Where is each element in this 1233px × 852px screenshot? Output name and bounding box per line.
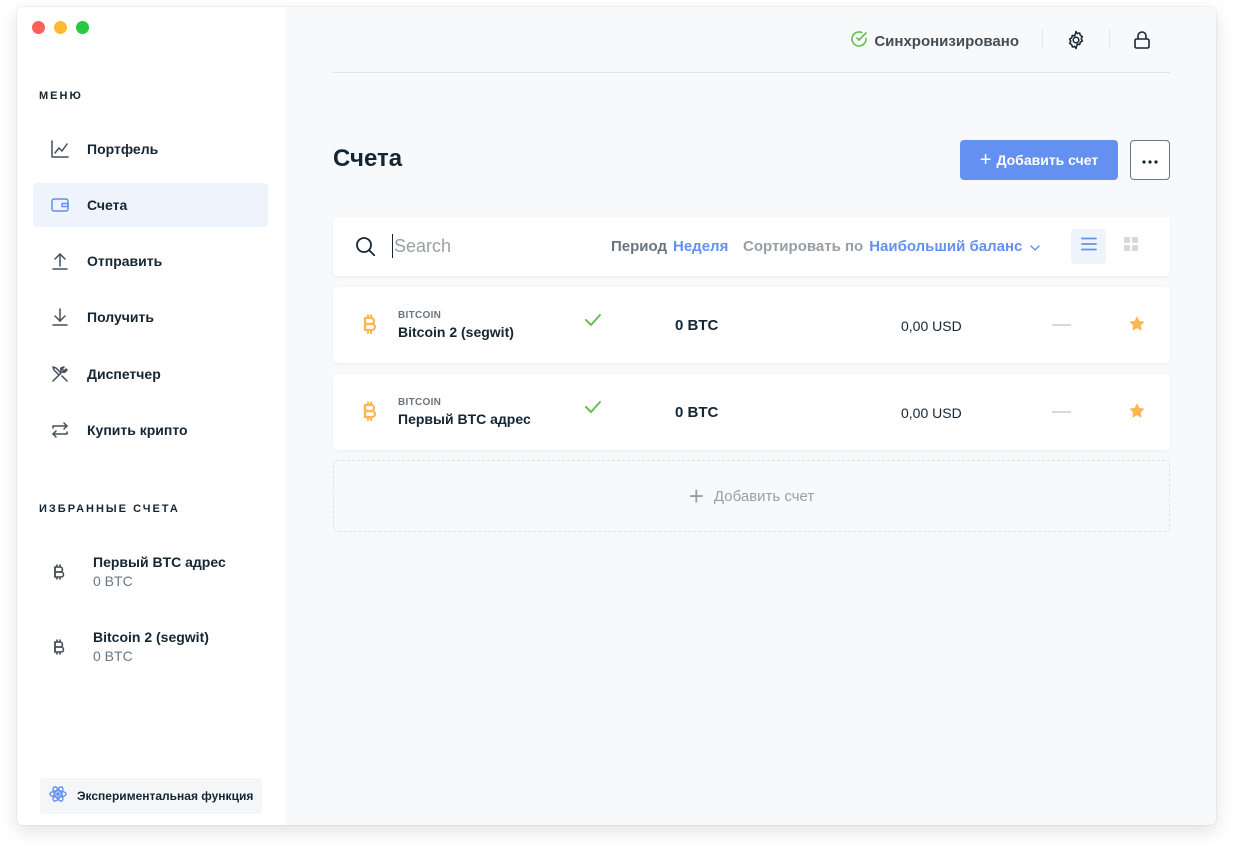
favorite-account-name: Bitcoin 2 (segwit)	[93, 629, 209, 645]
sidebar-item-label: Портфель	[87, 141, 159, 157]
search-icon	[355, 236, 376, 262]
account-balance: 0 BTC	[675, 317, 719, 334]
account-fiat-value: 0,00 USD	[901, 405, 962, 421]
sync-status-label: Синхронизировано	[874, 33, 1019, 50]
more-options-button[interactable]	[1130, 140, 1170, 180]
check-icon	[584, 313, 602, 332]
divider	[1109, 29, 1110, 49]
favorites-section-title: ИЗБРАННЫЕ СЧЕТА	[39, 503, 180, 515]
bitcoin-icon	[360, 314, 380, 341]
wallet-icon	[50, 195, 70, 215]
favorite-account-item[interactable]: Первый BTC адрес 0 BTC	[49, 553, 226, 590]
sidebar-item-send[interactable]: Отправить	[33, 239, 268, 283]
account-row[interactable]: BITCOIN Первый BTC адрес 0 BTC 0,00 USD	[333, 374, 1170, 450]
favorite-account-name: Первый BTC адрес	[93, 554, 226, 570]
experimental-features-button[interactable]: Экспериментальная функция	[40, 778, 262, 814]
divider	[1042, 29, 1043, 49]
sidebar-item-label: Диспетчер	[87, 366, 161, 382]
exchange-icon	[50, 420, 70, 440]
sidebar-item-label: Отправить	[87, 253, 163, 269]
add-account-button[interactable]: + Добавить счет	[960, 140, 1118, 180]
sidebar-item-portfolio[interactable]: Портфель	[33, 127, 268, 171]
page-title: Счета	[333, 145, 403, 172]
account-row[interactable]: BITCOIN Bitcoin 2 (segwit) 0 BTC 0,00 US…	[333, 287, 1170, 363]
account-currency: BITCOIN	[398, 397, 442, 408]
account-currency: BITCOIN	[398, 310, 442, 321]
close-window-button[interactable]	[32, 21, 45, 34]
account-fiat-value: 0,00 USD	[901, 318, 962, 334]
maximize-window-button[interactable]	[76, 21, 89, 34]
sidebar-item-label: Купить крипто	[87, 422, 188, 438]
bitcoin-icon	[49, 563, 69, 583]
grid-icon	[1123, 237, 1138, 256]
list-icon	[1080, 237, 1097, 256]
period-label: Период	[611, 238, 667, 255]
arrow-down-icon	[50, 307, 70, 327]
account-name: Первый BTC адрес	[398, 411, 531, 427]
arrow-up-icon	[50, 251, 70, 271]
experimental-features-label: Экспериментальная функция	[77, 789, 254, 803]
plus-icon: +	[688, 481, 704, 511]
period-filter[interactable]: Период Неделя	[611, 238, 728, 255]
sort-filter[interactable]: Сортировать по Наибольший баланс	[743, 238, 1041, 255]
favorite-account-balance: 0 BTC	[93, 573, 133, 589]
sync-status[interactable]: Синхронизировано	[850, 30, 1019, 53]
star-icon[interactable]	[1129, 403, 1145, 424]
chevron-down-icon	[1030, 238, 1041, 255]
account-name: Bitcoin 2 (segwit)	[398, 324, 514, 340]
minimize-window-button[interactable]	[54, 21, 67, 34]
window-controls	[32, 21, 89, 34]
favorite-account-item[interactable]: Bitcoin 2 (segwit) 0 BTC	[49, 628, 209, 665]
sidebar-item-manager[interactable]: Диспетчер	[33, 352, 268, 396]
main-content: Синхронизировано Счета + Добавить счет S…	[286, 7, 1216, 825]
app-window: МЕНЮ Портфель Счета Отправить Получить Д…	[17, 7, 1216, 825]
favorite-account-balance: 0 BTC	[93, 648, 133, 664]
bitcoin-icon	[49, 638, 69, 658]
sidebar: МЕНЮ Портфель Счета Отправить Получить Д…	[17, 7, 286, 825]
period-value: Неделя	[673, 238, 729, 255]
more-dots-icon	[1141, 151, 1159, 169]
bitcoin-icon	[360, 401, 380, 428]
top-bar: Синхронизировано	[333, 7, 1170, 73]
check-icon	[584, 400, 602, 419]
grid-view-toggle[interactable]	[1113, 229, 1148, 264]
accounts-toolbar: Период Неделя Сортировать по Наибольший …	[333, 217, 1170, 276]
lock-icon[interactable]	[1131, 29, 1153, 51]
sidebar-item-label: Получить	[87, 309, 154, 325]
sort-value: Наибольший баланс	[869, 238, 1023, 255]
variation-placeholder	[1052, 411, 1071, 413]
account-balance: 0 BTC	[675, 404, 719, 421]
sort-label: Сортировать по	[743, 238, 864, 255]
chart-line-icon	[50, 139, 70, 159]
sidebar-item-accounts[interactable]: Счета	[33, 183, 268, 227]
sidebar-item-label: Счета	[87, 197, 128, 213]
sidebar-item-receive[interactable]: Получить	[33, 295, 268, 339]
variation-placeholder	[1052, 324, 1071, 326]
add-account-button-label: Добавить счет	[996, 152, 1099, 168]
star-icon[interactable]	[1129, 316, 1145, 337]
add-account-row[interactable]: + Добавить счет	[333, 460, 1170, 532]
search-input[interactable]	[392, 234, 592, 258]
add-account-row-label: Добавить счет	[713, 487, 815, 505]
tools-icon	[50, 364, 70, 384]
list-view-toggle[interactable]	[1071, 229, 1106, 264]
menu-section-title: МЕНЮ	[39, 90, 83, 102]
check-circle-icon	[850, 30, 868, 53]
plus-icon: +	[979, 149, 992, 171]
gear-icon[interactable]	[1065, 29, 1087, 51]
sidebar-item-buy-crypto[interactable]: Купить крипто	[33, 408, 268, 452]
atom-icon	[48, 784, 68, 809]
